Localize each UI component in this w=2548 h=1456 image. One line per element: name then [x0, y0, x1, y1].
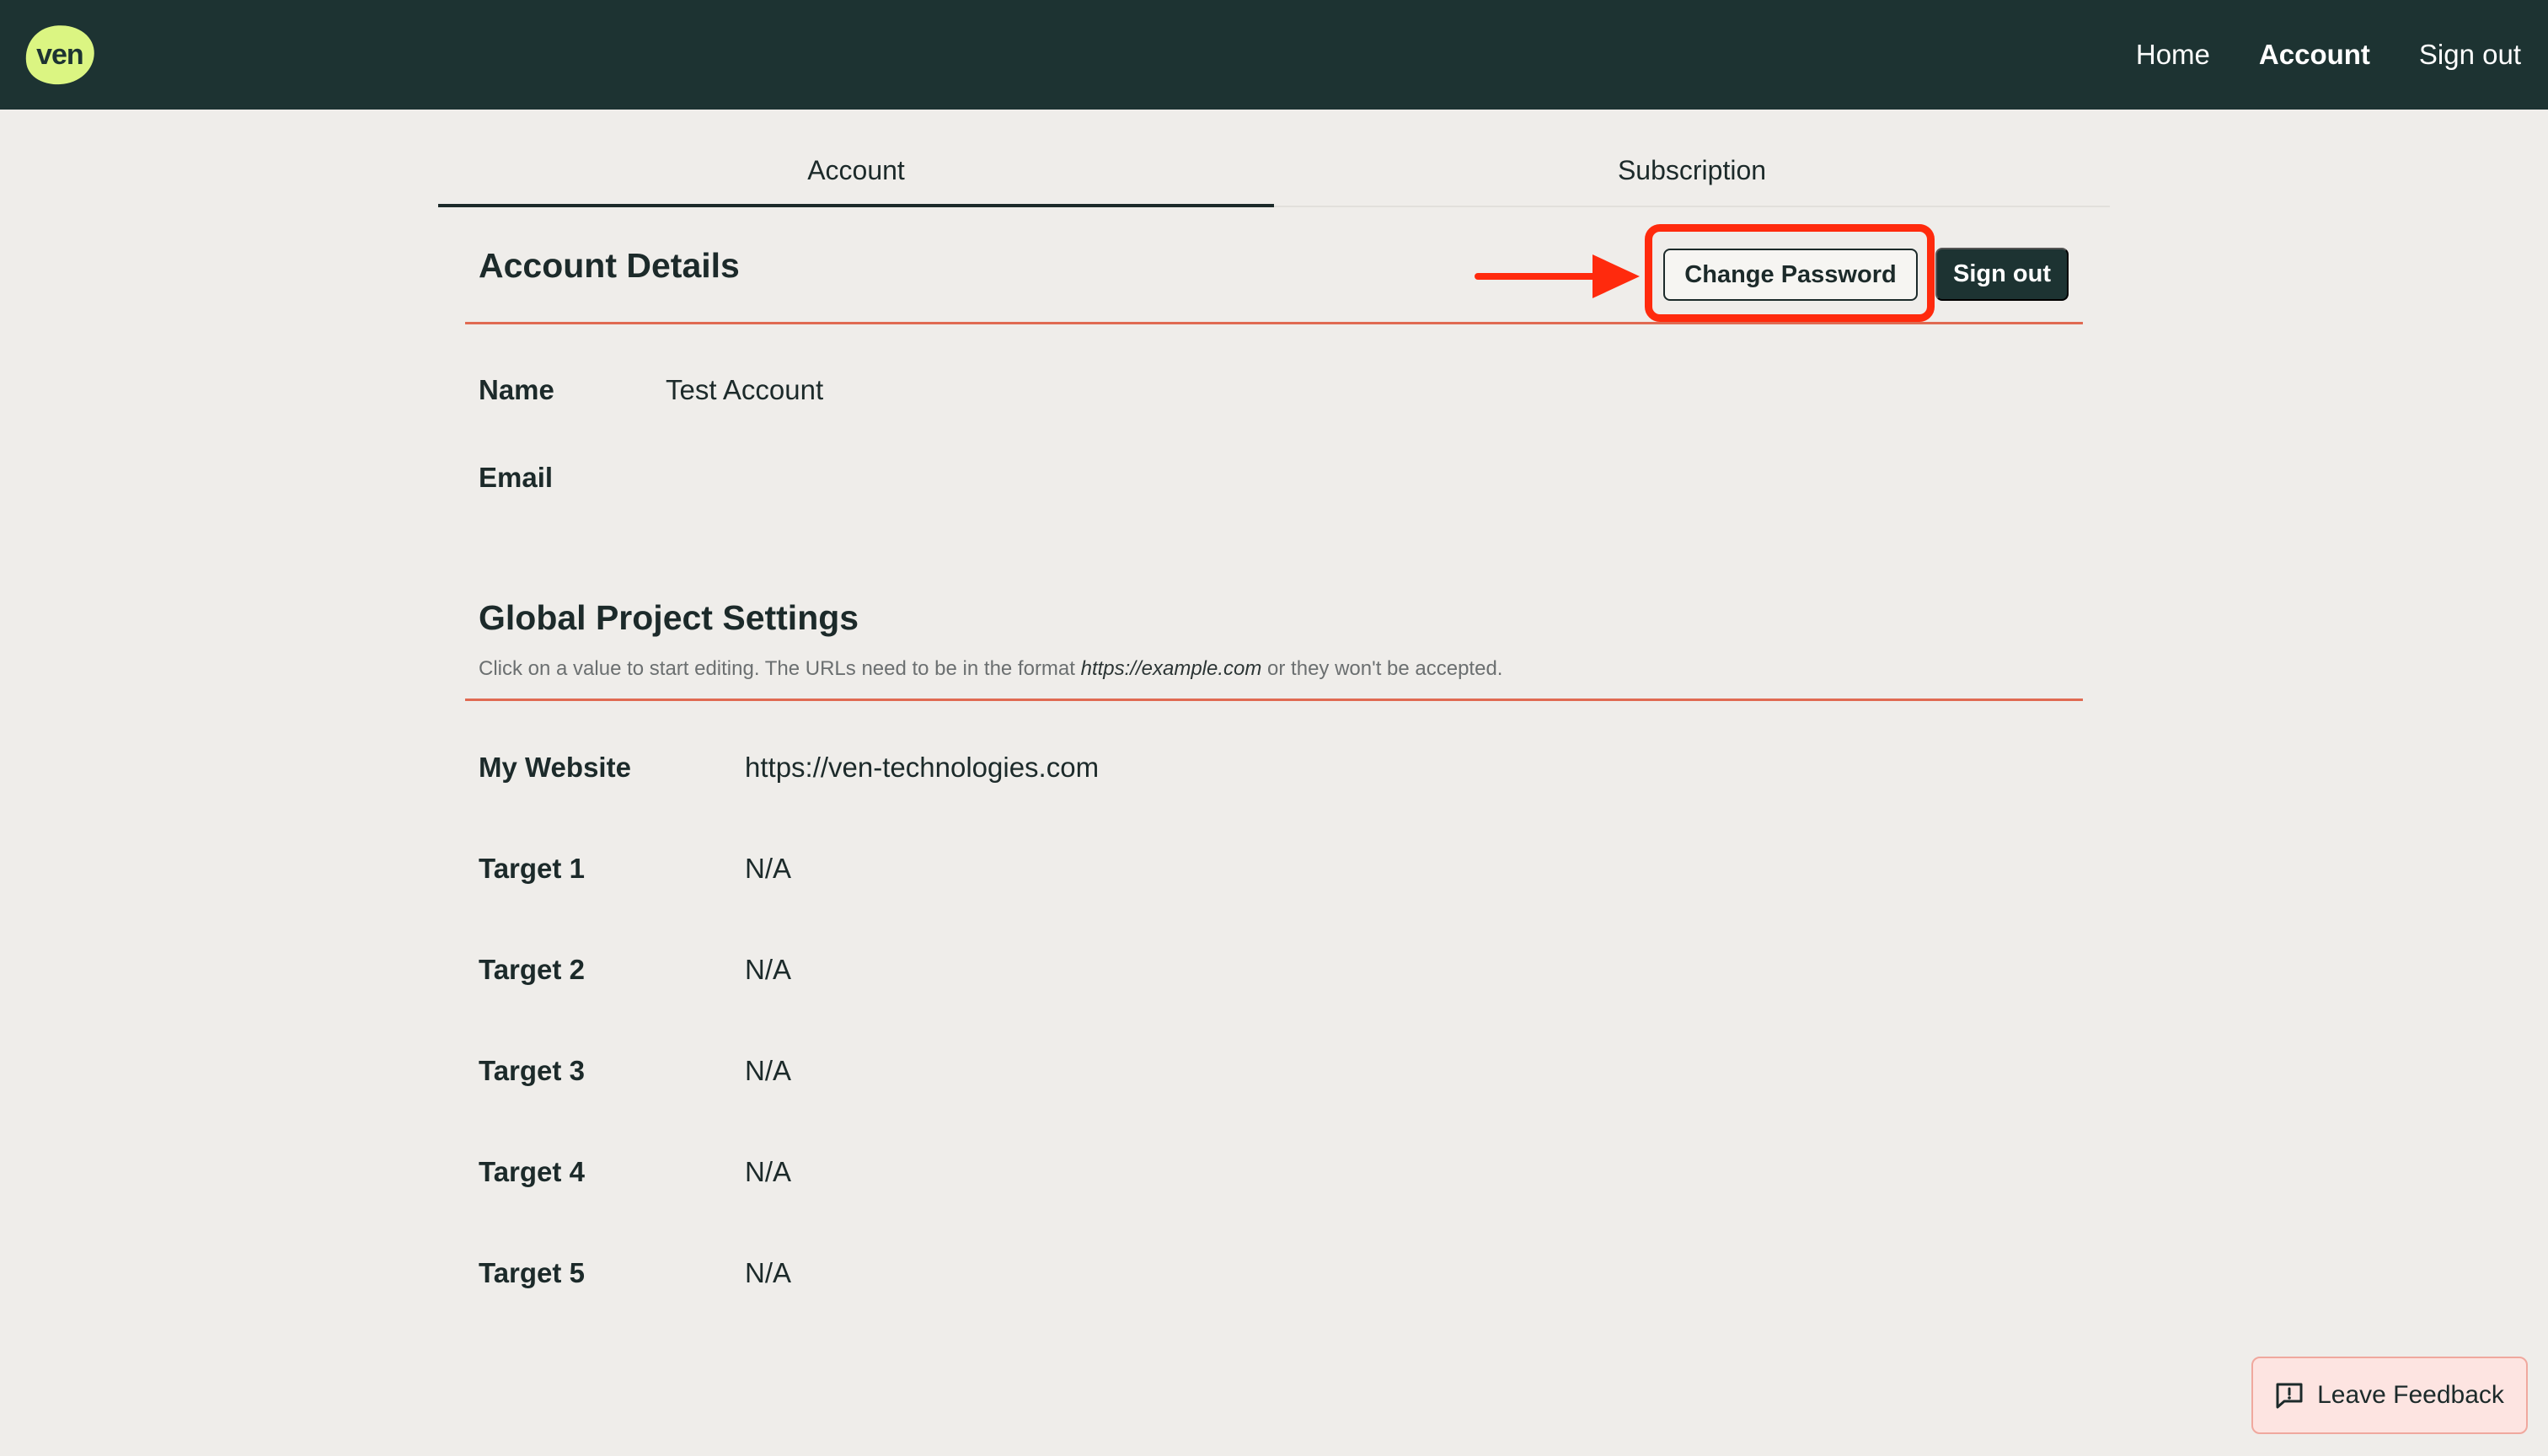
global-settings-divider — [465, 699, 2083, 701]
target-2-value[interactable]: N/A — [745, 954, 791, 986]
account-details-divider — [465, 322, 2083, 324]
target-1-value[interactable]: N/A — [745, 853, 791, 885]
tab-account[interactable]: Account — [438, 152, 1274, 207]
change-password-button[interactable]: Change Password — [1663, 249, 1918, 301]
main-nav: Home Account Sign out — [2136, 0, 2521, 110]
logo-text: ven — [36, 38, 83, 71]
feedback-label: Leave Feedback — [2317, 1381, 2504, 1409]
hint-text-after: or they won't be accepted. — [1261, 657, 1503, 680]
leave-feedback-button[interactable]: Leave Feedback — [2251, 1357, 2528, 1434]
email-label: Email — [479, 462, 554, 493]
my-website-value[interactable]: https://ven-technologies.com — [745, 752, 1099, 784]
annotation-arrow-icon — [1475, 254, 1640, 298]
sign-out-button[interactable]: Sign out — [1935, 248, 2069, 301]
account-details-title: Account Details — [479, 246, 740, 285]
target-4-value[interactable]: N/A — [745, 1156, 791, 1188]
target-4-label: Target 4 — [479, 1156, 585, 1187]
target-5-label: Target 5 — [479, 1257, 585, 1288]
hint-text-before: Click on a value to start editing. The U… — [479, 657, 1081, 680]
target-2-label: Target 2 — [479, 954, 585, 985]
account-tabs: Account Subscription — [438, 152, 2110, 207]
target-3-value[interactable]: N/A — [745, 1055, 791, 1087]
feedback-icon — [2276, 1383, 2303, 1409]
target-1-label: Target 1 — [479, 853, 585, 884]
name-value[interactable]: Test Account — [666, 374, 823, 406]
target-3-label: Target 3 — [479, 1055, 585, 1086]
name-label: Name — [479, 374, 554, 405]
nav-account[interactable]: Account — [2259, 39, 2370, 71]
settings-hint: Click on a value to start editing. The U… — [479, 657, 1502, 681]
nav-home[interactable]: Home — [2136, 39, 2210, 71]
tab-subscription[interactable]: Subscription — [1274, 152, 2110, 206]
hint-example-url: https://example.com — [1080, 657, 1262, 680]
my-website-label: My Website — [479, 752, 631, 783]
top-navbar: ven Home Account Sign out — [0, 0, 2548, 110]
target-5-value[interactable]: N/A — [745, 1257, 791, 1289]
nav-sign-out[interactable]: Sign out — [2419, 39, 2521, 71]
ven-logo[interactable]: ven — [19, 19, 100, 91]
global-settings-title: Global Project Settings — [479, 598, 859, 637]
